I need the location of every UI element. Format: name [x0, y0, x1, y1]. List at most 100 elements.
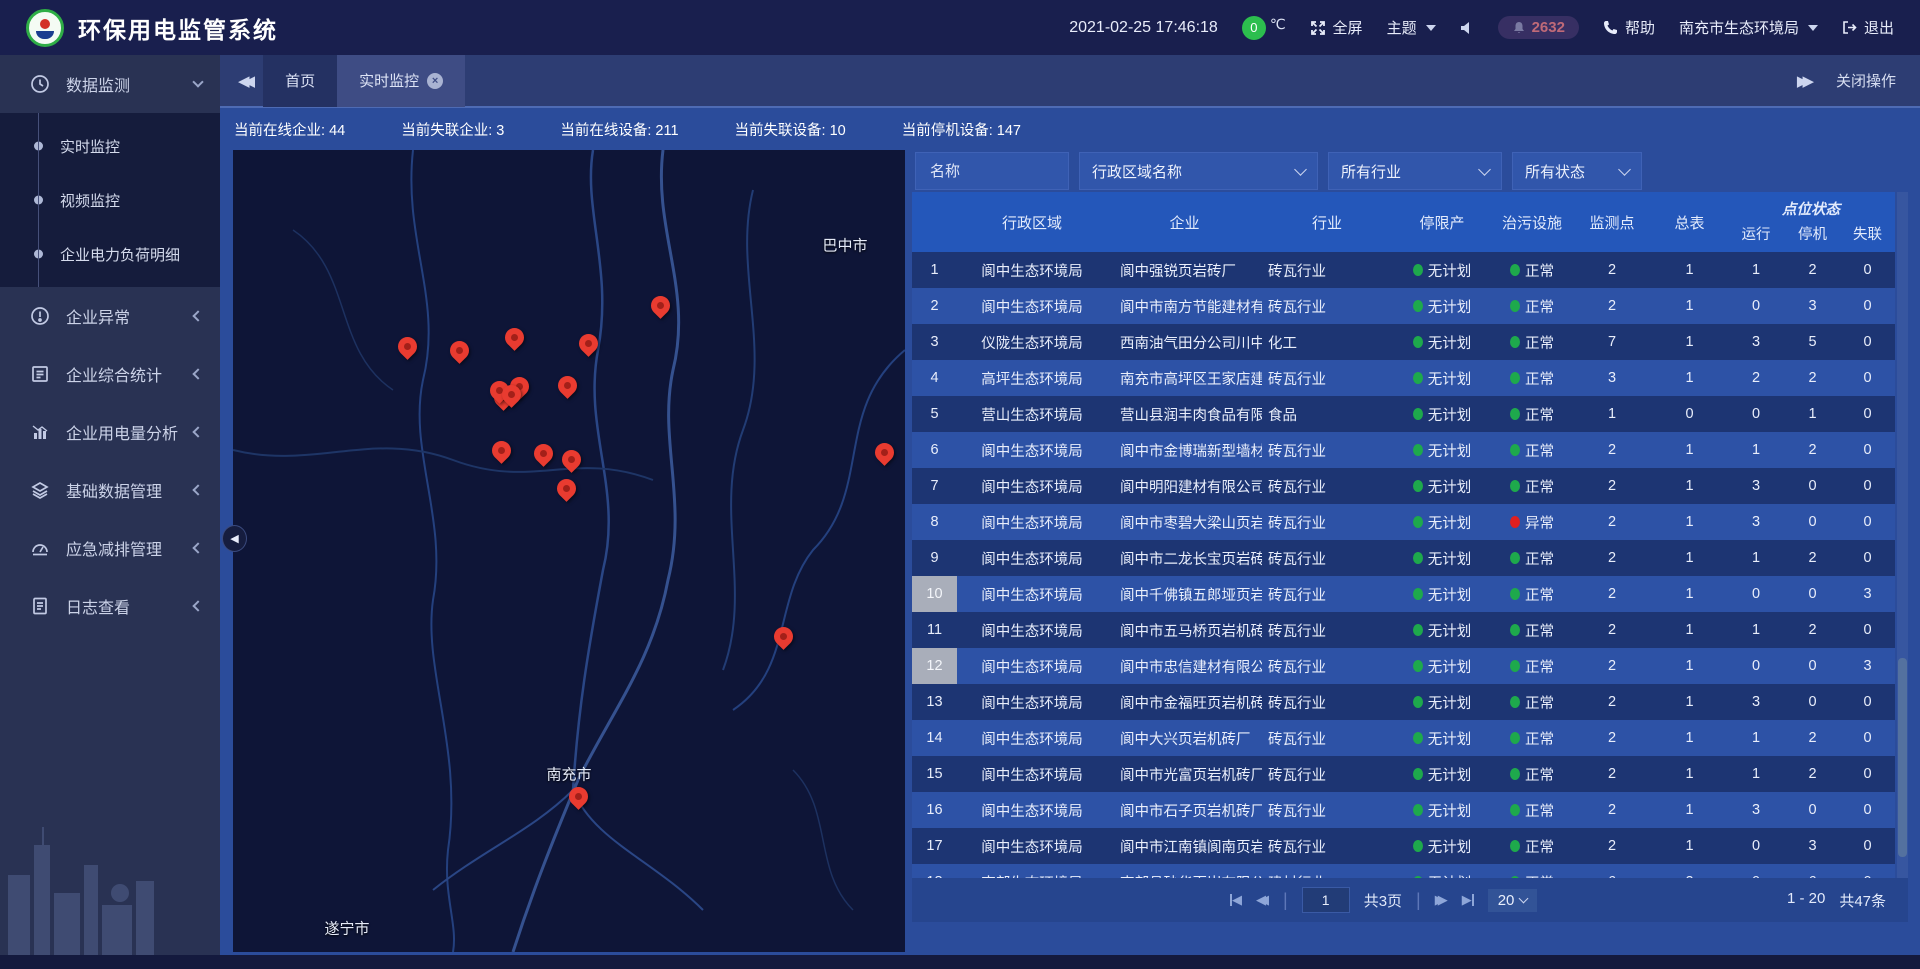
cell-pollution-facility: 正常 [1492, 720, 1572, 756]
fullscreen-button[interactable]: 全屏 [1310, 17, 1363, 38]
map-pin-icon[interactable] [773, 626, 795, 648]
table-row[interactable]: 12阆中生态环境局阆中市忠信建材有限公砖瓦行业无计划正常21003 [912, 648, 1895, 684]
chevron-down-icon [1808, 25, 1818, 31]
sidebar-group-企业异常[interactable]: 企业异常 [0, 287, 220, 345]
map-pin-icon[interactable] [578, 333, 600, 355]
stat-value: 44 [329, 123, 345, 139]
table-row[interactable]: 2阆中生态环境局阆中市南方节能建材有砖瓦行业无计划正常21030 [912, 288, 1895, 324]
close-tab-icon[interactable]: × [427, 73, 443, 89]
first-page-button[interactable]: ◀ [1230, 892, 1242, 908]
sidebar-group-企业用电量分析[interactable]: 企业用电量分析 [0, 403, 220, 461]
cell-production-limit: 无计划 [1392, 252, 1492, 288]
next-page-button[interactable]: ▶▶ [1435, 892, 1448, 908]
map-panel[interactable]: 巴中市南充市遂宁市 [233, 150, 905, 952]
sidebar-item-企业电力负荷明细[interactable]: 企业电力负荷明细 [0, 227, 220, 281]
pager-divider: | [1416, 890, 1421, 911]
chevron-left-icon [192, 368, 203, 379]
city-label-遂宁市: 遂宁市 [324, 918, 369, 939]
map-pin-icon[interactable] [874, 442, 896, 464]
table-row[interactable]: 8阆中生态环境局阆中市枣碧大梁山页岩砖瓦行业无计划异常21300 [912, 504, 1895, 540]
page-number-input[interactable] [1302, 887, 1350, 913]
page-size-select[interactable]: 20 [1488, 889, 1538, 912]
map-pin-icon[interactable] [491, 440, 513, 462]
cell-industry: 砖瓦行业 [1262, 720, 1392, 756]
table-row[interactable]: 14阆中生态环境局阆中大兴页岩机砖厂砖瓦行业无计划正常21120 [912, 720, 1895, 756]
facility-status-text: 正常 [1525, 656, 1554, 677]
sidebar-item-视频监控[interactable]: 视频监控 [0, 173, 220, 227]
logout-label: 退出 [1864, 17, 1894, 38]
table-row[interactable]: 9阆中生态环境局阆中市二龙长宝页岩砖砖瓦行业无计划正常21120 [912, 540, 1895, 576]
sidebar-group-基础数据管理[interactable]: 基础数据管理 [0, 461, 220, 519]
speaker-icon [1460, 21, 1474, 35]
region-select[interactable]: 行政区域名称 [1079, 152, 1318, 190]
map-pin-icon[interactable] [504, 327, 526, 349]
facility-status-text: 正常 [1525, 260, 1554, 281]
sidebar-group-数据监测[interactable]: 数据监测 [0, 55, 220, 113]
table-row[interactable]: 6阆中生态环境局阆中市金博瑞新型墙材砖瓦行业无计划正常21120 [912, 432, 1895, 468]
industry-select[interactable]: 所有行业 [1328, 152, 1502, 190]
map-pin-icon[interactable] [650, 295, 672, 317]
name-search-input[interactable] [928, 162, 1056, 181]
temperature-indicator: 0 ℃ [1242, 16, 1286, 40]
table-row[interactable]: 15阆中生态环境局阆中市光富页岩机砖厂砖瓦行业无计划正常21120 [912, 756, 1895, 792]
theme-dropdown[interactable]: 主题 [1387, 17, 1436, 38]
table-row[interactable]: 1阆中生态环境局阆中强锐页岩砖厂砖瓦行业无计划正常21120 [912, 252, 1895, 288]
sidebar-group-label: 基础数据管理 [66, 478, 178, 502]
map-pin-icon[interactable] [397, 336, 419, 358]
collapse-map-button[interactable]: ◀ [222, 525, 247, 552]
status-select[interactable]: 所有状态 [1512, 152, 1642, 190]
table-row[interactable]: 11阆中生态环境局阆中市五马桥页岩机砖砖瓦行业无计划正常21120 [912, 612, 1895, 648]
status-dot-green [1510, 444, 1520, 456]
cell-running: 1 [1727, 612, 1785, 648]
table-row[interactable]: 18南部生态环境局南部县砂华页岩有限公建材行业无计划正常62060 [912, 864, 1895, 878]
cell-running: 3 [1727, 504, 1785, 540]
status-dot-green [1510, 408, 1520, 420]
sidebar-group-应急减排管理[interactable]: 应急减排管理 [0, 519, 220, 577]
notification-pill[interactable]: 2632 [1498, 16, 1579, 39]
table-row[interactable]: 3仪陇生态环境局西南油气田分公司川中化工无计划正常71350 [912, 324, 1895, 360]
tab-realtime-monitor[interactable]: 实时监控 × [337, 55, 465, 107]
table-row[interactable]: 5营山生态环境局营山县润丰肉食品有限食品无计划正常10010 [912, 396, 1895, 432]
facility-status-text: 正常 [1525, 692, 1554, 713]
organization-dropdown[interactable]: 南充市生态环境局 [1679, 17, 1818, 38]
sidebar-item-实时监控[interactable]: 实时监控 [0, 119, 220, 173]
table-scrollbar-thumb[interactable] [1898, 658, 1907, 857]
cell-pollution-facility: 正常 [1492, 612, 1572, 648]
cell-stopped: 2 [1785, 756, 1840, 792]
cell-index: 16 [912, 792, 957, 828]
status-dot-green [1413, 840, 1423, 852]
map-pin-icon[interactable] [501, 384, 523, 406]
table-row[interactable]: 10阆中生态环境局阆中千佛镇五郎垭页岩砖瓦行业无计划正常21003 [912, 576, 1895, 612]
cell-total-meters: 1 [1652, 648, 1727, 684]
cell-index: 4 [912, 360, 957, 396]
table-row[interactable]: 4高坪生态环境局南充市高坪区王家店建砖瓦行业无计划正常31220 [912, 360, 1895, 396]
map-pin-icon[interactable] [568, 786, 590, 808]
cell-total-meters: 1 [1652, 324, 1727, 360]
table-row[interactable]: 16阆中生态环境局阆中市石子页岩机砖厂砖瓦行业无计划正常21300 [912, 792, 1895, 828]
collapse-tabs-button[interactable]: ◀◀ [238, 72, 249, 90]
close-operations-button[interactable]: 关闭操作 [1836, 70, 1896, 91]
sidebar-group-日志查看[interactable]: 日志查看 [0, 577, 220, 635]
table-row[interactable]: 7阆中生态环境局阆中明阳建材有限公司砖瓦行业无计划正常21300 [912, 468, 1895, 504]
scroll-tabs-right-button[interactable]: ▶▶ [1797, 72, 1808, 90]
previous-page-button[interactable]: ◀◀ [1256, 892, 1269, 908]
help-button[interactable]: 帮助 [1603, 17, 1655, 38]
cell-company: 阆中市五马桥页岩机砖 [1107, 612, 1262, 648]
help-label: 帮助 [1625, 17, 1655, 38]
cell-index: 6 [912, 432, 957, 468]
stat-value: 147 [997, 123, 1021, 139]
mute-button[interactable] [1460, 21, 1474, 35]
last-page-button[interactable]: ▶ [1462, 892, 1474, 908]
map-pin-icon[interactable] [533, 443, 555, 465]
logout-button[interactable]: 退出 [1842, 17, 1894, 38]
map-pin-icon[interactable] [557, 375, 579, 397]
sidebar-group-企业综合统计[interactable]: 企业综合统计 [0, 345, 220, 403]
map-pin-icon[interactable] [561, 449, 583, 471]
map-pin-icon[interactable] [449, 340, 471, 362]
table-row[interactable]: 17阆中生态环境局阆中市江南镇阆南页岩砖瓦行业无计划正常21030 [912, 828, 1895, 864]
tab-home[interactable]: 首页 [263, 55, 337, 107]
table-row[interactable]: 13阆中生态环境局阆中市金福旺页岩机砖砖瓦行业无计划正常21300 [912, 684, 1895, 720]
map-rivers [233, 150, 905, 952]
cell-running: 1 [1727, 252, 1785, 288]
map-pin-icon[interactable] [556, 478, 578, 500]
